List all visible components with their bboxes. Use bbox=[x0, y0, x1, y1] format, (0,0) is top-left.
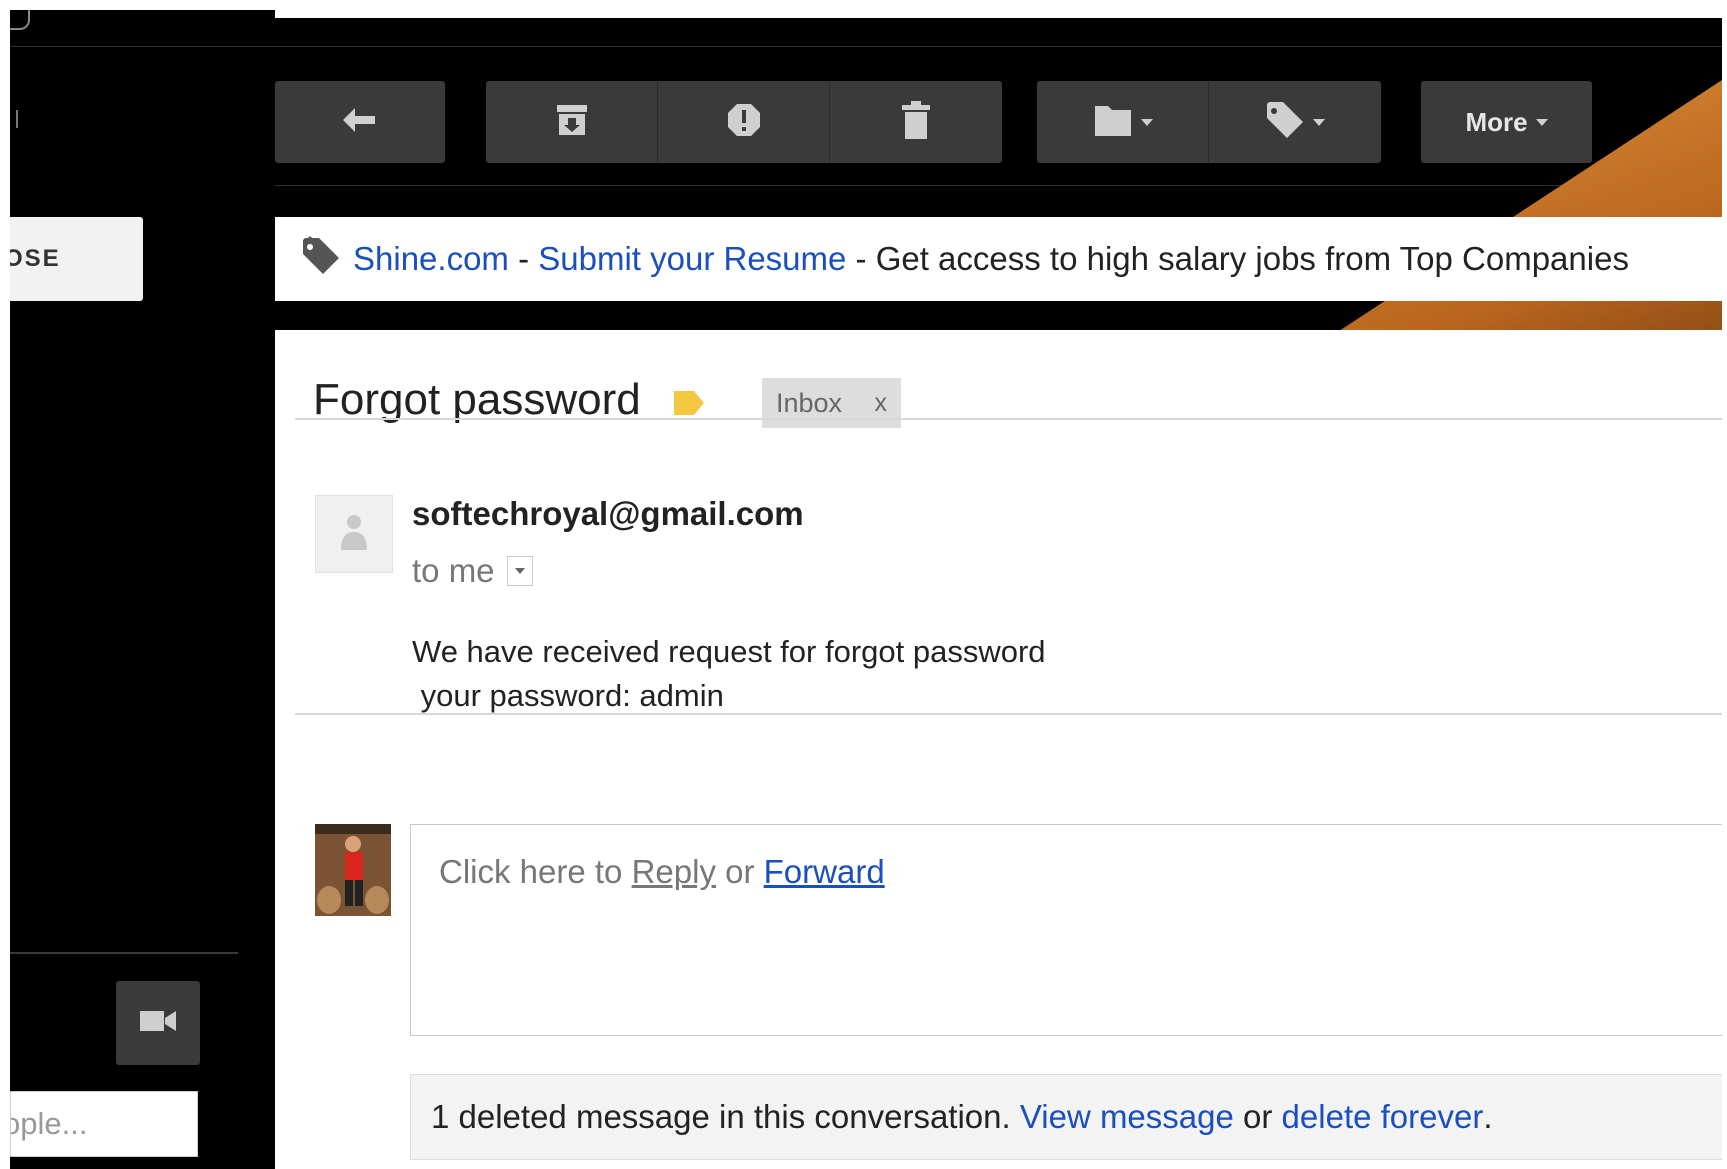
sender-avatar bbox=[315, 495, 393, 573]
subject-divider bbox=[295, 418, 1722, 420]
ad-link[interactable]: Submit your Resume bbox=[538, 240, 846, 278]
move-to-button[interactable] bbox=[1037, 81, 1209, 163]
sidebar-divider bbox=[10, 952, 238, 954]
search-people-input[interactable]: ople... bbox=[10, 1091, 198, 1157]
header-divider bbox=[10, 46, 1722, 47]
reply-prefix: Click here to bbox=[439, 853, 632, 890]
report-spam-icon bbox=[726, 102, 762, 143]
chevron-down-icon bbox=[514, 568, 525, 574]
ad-source-link[interactable]: Shine.com bbox=[353, 240, 509, 278]
message-body: We have received request for forgot pass… bbox=[412, 634, 1046, 713]
importance-label-icon[interactable] bbox=[672, 388, 706, 418]
reply-or: or bbox=[715, 853, 764, 890]
folder-icon bbox=[1093, 102, 1133, 143]
message-panel: Forgot password Inbox x softechroyal@gma… bbox=[275, 330, 1722, 1169]
compose-button[interactable]: POSE bbox=[10, 217, 143, 301]
top-strip bbox=[275, 10, 1722, 18]
toolbar-group-more: More bbox=[1421, 81, 1592, 163]
chevron-down-icon bbox=[1313, 118, 1325, 126]
gmail-window: More POSE Shine.com - Submit your Resume… bbox=[10, 10, 1722, 1169]
delete-forever-link[interactable]: delete forever bbox=[1282, 1098, 1484, 1136]
forward-link[interactable]: Forward bbox=[764, 853, 885, 890]
show-details-button[interactable] bbox=[506, 556, 533, 586]
archive-button[interactable] bbox=[486, 81, 658, 163]
reply-link[interactable]: Reply bbox=[632, 853, 716, 890]
deleted-message-notice: 1 deleted message in this conversation. … bbox=[410, 1074, 1722, 1160]
labels-button[interactable] bbox=[1209, 81, 1381, 163]
ad-banner[interactable]: Shine.com - Submit your Resume - Get acc… bbox=[275, 217, 1722, 301]
person-icon bbox=[339, 512, 369, 557]
start-video-chat-button[interactable] bbox=[116, 981, 200, 1065]
ad-text: Get access to high salary jobs from Top … bbox=[875, 240, 1629, 277]
deleted-or: or bbox=[1233, 1098, 1282, 1135]
remove-label-button[interactable]: x bbox=[875, 389, 888, 418]
recipient-text: to me bbox=[412, 552, 495, 589]
toolbar-group-actions bbox=[486, 81, 1002, 163]
report-spam-button[interactable] bbox=[658, 81, 830, 163]
user-avatar bbox=[315, 824, 391, 916]
deleted-end: . bbox=[1483, 1098, 1493, 1135]
video-camera-icon bbox=[139, 1008, 177, 1039]
reply-box[interactable]: Click here to Reply or Forward bbox=[410, 824, 1722, 1036]
ad-tag-icon bbox=[299, 234, 341, 284]
toolbar-divider bbox=[275, 185, 1722, 186]
chevron-down-icon bbox=[1140, 118, 1153, 126]
corner-glyph bbox=[10, 10, 30, 30]
more-button[interactable]: More bbox=[1421, 81, 1592, 163]
more-label: More bbox=[1465, 106, 1528, 137]
collapse-mark bbox=[10, 110, 18, 128]
reply-button[interactable] bbox=[275, 81, 445, 163]
reply-prompt: Click here to Reply or Forward bbox=[439, 853, 885, 891]
trash-icon bbox=[900, 100, 932, 145]
body-divider bbox=[295, 713, 1722, 715]
label-tag-icon bbox=[1265, 100, 1305, 145]
inbox-label-chip[interactable]: Inbox x bbox=[762, 378, 901, 428]
reply-icon bbox=[341, 106, 379, 139]
archive-icon bbox=[554, 102, 590, 143]
delete-button[interactable] bbox=[830, 81, 1002, 163]
chevron-down-icon bbox=[1535, 118, 1548, 126]
toolbar-group-organize bbox=[1037, 81, 1381, 163]
deleted-text: 1 deleted message in this conversation. bbox=[431, 1098, 1020, 1135]
sender-address: softechroyal@gmail.com bbox=[412, 495, 804, 532]
compose-label: POSE bbox=[10, 245, 61, 272]
toolbar-group-reply bbox=[275, 81, 445, 163]
inbox-label-text: Inbox bbox=[776, 387, 843, 418]
search-people-placeholder: ople... bbox=[10, 1106, 88, 1141]
view-message-link[interactable]: View message bbox=[1020, 1098, 1234, 1136]
ad-separator: - bbox=[846, 240, 876, 277]
recipient-line: to me bbox=[412, 552, 533, 590]
ad-separator: - bbox=[508, 240, 539, 277]
